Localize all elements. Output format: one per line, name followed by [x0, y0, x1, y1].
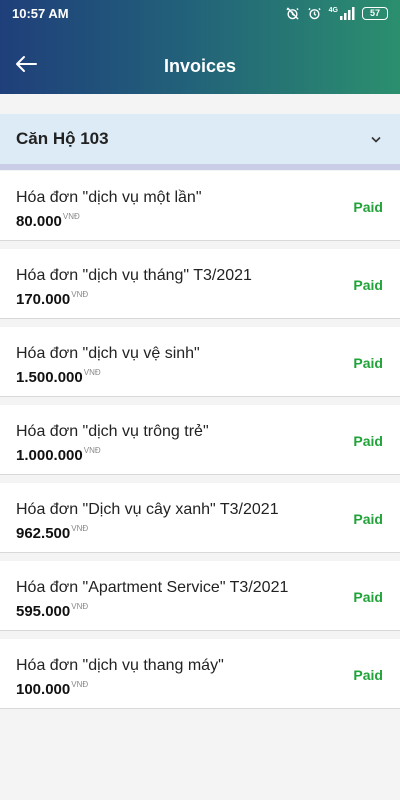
status-time: 10:57 AM — [12, 5, 69, 21]
invoice-currency: VNĐ — [83, 446, 101, 455]
chevron-down-icon — [368, 131, 384, 147]
battery-icon: 57 — [362, 6, 388, 20]
invoice-title: Hóa đơn "dịch vụ một lần" — [16, 189, 202, 206]
invoice-card[interactable]: Hóa đơn "Dịch vụ cây xanh" T3/2021 962.5… — [0, 483, 400, 553]
network-label: 4G — [328, 6, 338, 14]
status-badge: Paid — [353, 667, 383, 683]
invoice-title: Hóa đơn "dịch vụ trông trẻ" — [16, 423, 209, 440]
invoice-amount: 100.000VNĐ — [16, 680, 89, 698]
alarm-off-icon — [285, 6, 300, 21]
app-bar: Invoices — [0, 40, 400, 94]
invoice-amount-value: 1.500.000 — [16, 369, 83, 386]
status-badge: Paid — [353, 589, 383, 605]
invoice-card[interactable]: Hóa đơn "dịch vụ vệ sinh" 1.500.000VNĐ P… — [0, 327, 400, 397]
status-badge: Paid — [353, 511, 383, 527]
invoice-amount-value: 100.000 — [16, 681, 71, 698]
invoice-currency: VNĐ — [71, 290, 89, 299]
apartment-selector[interactable]: Căn Hộ 103 — [0, 114, 400, 170]
status-badge: Paid — [353, 433, 383, 449]
status-badge: Paid — [353, 277, 383, 293]
invoice-title: Hóa đơn "dịch vụ tháng" T3/2021 — [16, 267, 252, 284]
invoice-card[interactable]: Hóa đơn "dịch vụ một lần" 80.000VNĐ Paid — [0, 171, 400, 241]
invoice-amount-value: 595.000 — [16, 603, 71, 620]
invoice-currency: VNĐ — [71, 602, 89, 611]
invoice-card[interactable]: Hóa đơn "Apartment Service" T3/2021 595.… — [0, 561, 400, 631]
signal-icon: 4G — [328, 6, 355, 20]
status-icons: 4G 57 — [285, 6, 388, 21]
invoice-currency: VNĐ — [71, 680, 89, 689]
page-title: Invoices — [163, 56, 237, 76]
apartment-selector-label: Căn Hộ 103 — [16, 129, 109, 148]
invoice-amount: 80.000VNĐ — [16, 212, 80, 230]
invoice-title: Hóa đơn "Apartment Service" T3/2021 — [16, 579, 289, 596]
status-bar: 10:57 AM 4G 57 — [0, 0, 400, 26]
invoice-card[interactable]: Hóa đơn "dịch vụ trông trẻ" 1.000.000VNĐ… — [0, 405, 400, 475]
invoice-currency: VNĐ — [83, 368, 101, 377]
invoice-currency: VNĐ — [62, 212, 80, 221]
invoice-amount: 1.500.000VNĐ — [16, 368, 101, 386]
invoice-title: Hóa đơn "Dịch vụ cây xanh" T3/2021 — [16, 501, 279, 518]
invoice-card[interactable]: Hóa đơn "dịch vụ tháng" T3/2021 170.000V… — [0, 249, 400, 319]
status-badge: Paid — [353, 355, 383, 371]
invoice-amount: 962.500VNĐ — [16, 524, 89, 542]
status-badge: Paid — [353, 199, 383, 215]
invoice-amount: 595.000VNĐ — [16, 602, 89, 620]
invoice-title: Hóa đơn "dịch vụ vệ sinh" — [16, 345, 200, 362]
invoice-amount-value: 962.500 — [16, 525, 71, 542]
invoice-amount-value: 80.000 — [16, 213, 62, 230]
invoice-amount: 1.000.000VNĐ — [16, 446, 101, 464]
alarm-clock-icon — [307, 6, 322, 21]
invoice-currency: VNĐ — [71, 524, 89, 533]
header: 10:57 AM 4G 57 Invoices — [0, 0, 400, 94]
invoice-card[interactable]: Hóa đơn "dịch vụ thang máy" 100.000VNĐ P… — [0, 639, 400, 709]
invoice-list: Hóa đơn "dịch vụ một lần" 80.000VNĐ Paid… — [0, 171, 400, 717]
invoice-amount-value: 170.000 — [16, 291, 71, 308]
invoice-title: Hóa đơn "dịch vụ thang máy" — [16, 657, 224, 674]
invoice-amount: 170.000VNĐ — [16, 290, 89, 308]
invoice-amount-value: 1.000.000 — [16, 447, 83, 464]
